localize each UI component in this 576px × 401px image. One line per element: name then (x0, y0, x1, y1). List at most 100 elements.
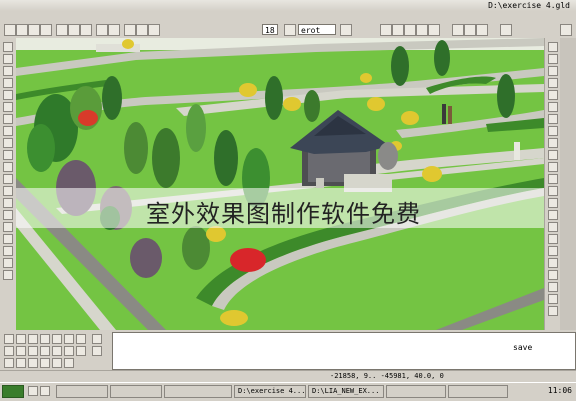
taskbar-button[interactable] (110, 385, 162, 398)
join-tool-icon[interactable] (548, 186, 558, 196)
chamfer-tool-icon[interactable] (548, 198, 558, 208)
text-tool-icon[interactable] (3, 198, 13, 208)
style-icon[interactable] (148, 24, 160, 36)
undo-icon[interactable] (96, 24, 108, 36)
drawing-canvas[interactable] (16, 38, 544, 330)
tool-icon[interactable] (92, 346, 102, 356)
tool-icon[interactable] (16, 334, 26, 344)
snap-intersection-icon[interactable] (548, 294, 558, 304)
arc-tool-icon[interactable] (3, 66, 13, 76)
snap-center-icon[interactable] (548, 258, 558, 268)
fillet-tool-icon[interactable] (548, 210, 558, 220)
tool-icon[interactable] (76, 346, 86, 356)
tool-icon[interactable] (28, 358, 38, 368)
ortho-icon[interactable] (476, 24, 488, 36)
tool-icon[interactable] (92, 334, 102, 344)
tool-icon[interactable] (4, 334, 14, 344)
taskbar-button[interactable] (448, 385, 508, 398)
tool-icon[interactable] (4, 358, 14, 368)
snap-icon[interactable] (464, 24, 476, 36)
move-tool-icon[interactable] (548, 102, 558, 112)
table-tool-icon[interactable] (3, 210, 13, 220)
point-tool-icon[interactable] (3, 162, 13, 172)
taskbar-button[interactable] (56, 385, 108, 398)
snap-endpoint-icon[interactable] (548, 234, 558, 244)
region-tool-icon[interactable] (3, 186, 13, 196)
snap-quadrant-icon[interactable] (548, 282, 558, 292)
block-tool-icon[interactable] (3, 150, 13, 160)
pan-icon[interactable] (404, 24, 416, 36)
command-line[interactable]: save (112, 332, 576, 370)
layer-select[interactable]: erot (298, 24, 336, 35)
line-icon[interactable] (136, 24, 148, 36)
explode-tool-icon[interactable] (548, 222, 558, 232)
text-size-field[interactable]: 18 (262, 24, 278, 35)
redo-icon[interactable] (108, 24, 120, 36)
boundary-tool-icon[interactable] (3, 258, 13, 268)
snap-midpoint-icon[interactable] (548, 246, 558, 256)
quicklaunch-icon[interactable] (28, 386, 38, 396)
polyline-tool-icon[interactable] (3, 54, 13, 64)
tool-icon[interactable] (28, 334, 38, 344)
taskbar-button[interactable] (386, 385, 446, 398)
gradient-tool-icon[interactable] (3, 246, 13, 256)
tool-icon[interactable] (52, 358, 62, 368)
print-icon[interactable] (40, 24, 52, 36)
line-tool-icon[interactable] (3, 42, 13, 52)
zoom-window-icon[interactable] (416, 24, 428, 36)
paste-icon[interactable] (80, 24, 92, 36)
extend-tool-icon[interactable] (548, 162, 558, 172)
tool-icon[interactable] (52, 346, 62, 356)
array-tool-icon[interactable] (548, 90, 558, 100)
mirror-tool-icon[interactable] (548, 66, 558, 76)
lightbulb-icon[interactable] (340, 24, 352, 36)
palette-icon[interactable] (284, 24, 296, 36)
copy-tool-icon[interactable] (548, 54, 558, 64)
zoom-in-icon[interactable] (380, 24, 392, 36)
copy-icon[interactable] (68, 24, 80, 36)
tool-icon[interactable] (64, 346, 74, 356)
new-file-icon[interactable] (4, 24, 16, 36)
snap-perpendicular-icon[interactable] (548, 306, 558, 316)
wipeout-tool-icon[interactable] (3, 270, 13, 280)
circle-tool-icon[interactable] (3, 102, 13, 112)
tool-icon[interactable] (40, 358, 50, 368)
insert-tool-icon[interactable] (3, 234, 13, 244)
zoom-out-icon[interactable] (392, 24, 404, 36)
refresh-icon[interactable] (428, 24, 440, 36)
tool-icon[interactable] (28, 346, 38, 356)
tool-icon[interactable] (52, 334, 62, 344)
stretch-tool-icon[interactable] (548, 138, 558, 148)
tool-icon[interactable] (16, 358, 26, 368)
taskbar-button[interactable] (164, 385, 232, 398)
break-tool-icon[interactable] (548, 174, 558, 184)
tool-icon[interactable] (40, 346, 50, 356)
snap-node-icon[interactable] (548, 270, 558, 280)
grid-icon[interactable] (452, 24, 464, 36)
scale-tool-icon[interactable] (548, 126, 558, 136)
tool-icon[interactable] (40, 334, 50, 344)
taskbar-button-exercise[interactable]: D:\exercise 4... (234, 385, 306, 398)
save-icon[interactable] (28, 24, 40, 36)
rectangle-tool-icon[interactable] (3, 78, 13, 88)
start-button[interactable] (2, 385, 24, 398)
offset-tool-icon[interactable] (548, 78, 558, 88)
rotate-tool-icon[interactable] (548, 114, 558, 124)
trim-tool-icon[interactable] (548, 150, 558, 160)
quicklaunch-icon[interactable] (40, 386, 50, 396)
taskbar-button-lia[interactable]: D:\LIA_NEW_EX... (308, 385, 384, 398)
color-icon[interactable] (124, 24, 136, 36)
tool-icon[interactable] (64, 358, 74, 368)
properties-icon[interactable] (500, 24, 512, 36)
help-icon[interactable] (560, 24, 572, 36)
spline-tool-icon[interactable] (3, 126, 13, 136)
ellipse-tool-icon[interactable] (3, 114, 13, 124)
cut-icon[interactable] (56, 24, 68, 36)
tool-icon[interactable] (76, 334, 86, 344)
hatch-tool-icon[interactable] (3, 138, 13, 148)
tool-icon[interactable] (64, 334, 74, 344)
image-tool-icon[interactable] (3, 222, 13, 232)
erase-tool-icon[interactable] (548, 42, 558, 52)
polygon-tool-icon[interactable] (3, 90, 13, 100)
open-file-icon[interactable] (16, 24, 28, 36)
